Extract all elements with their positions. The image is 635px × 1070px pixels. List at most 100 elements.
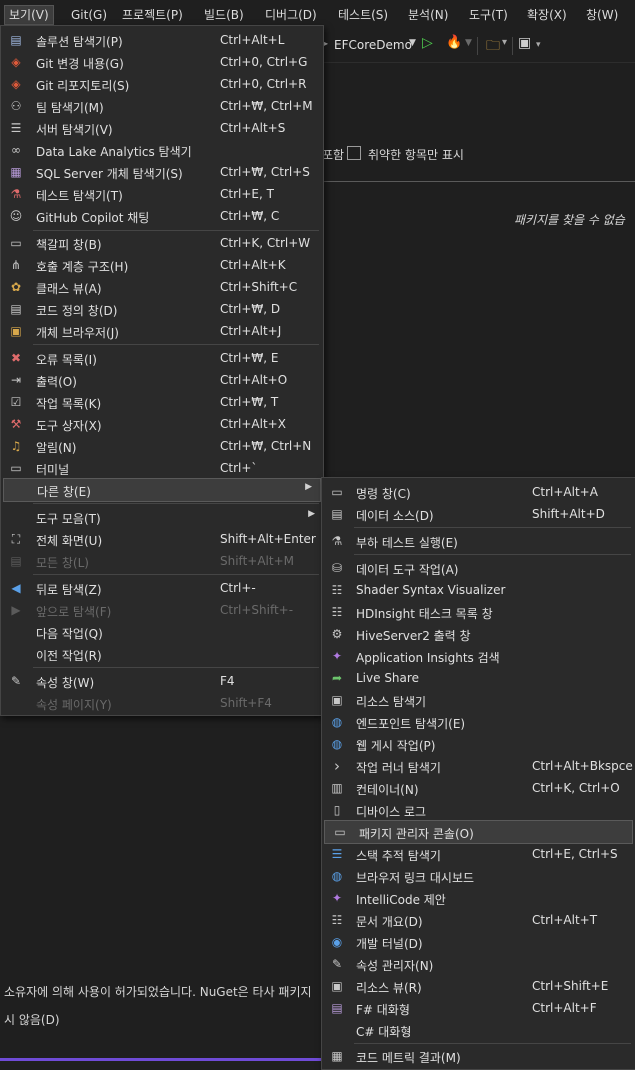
menu-item-properties-window[interactable]: ✎ 속성 창(W) F4	[1, 670, 323, 692]
git-changes-icon: ◈	[11, 55, 21, 69]
menu-item-sql-server[interactable]: ▦ SQL Server 개체 탐색기(S) Ctrl+₩, Ctrl+S	[1, 161, 323, 183]
menu-item-hdinsight[interactable]: ☷ HDInsight 태스크 목록 창	[322, 601, 635, 623]
menu-test[interactable]: 테스트(S)	[334, 6, 392, 24]
menu-item-package-manager-console[interactable]: ▭ 패키지 관리자 콘솔(O)	[324, 820, 633, 844]
fsharp-interactive-icon: ▤	[331, 1001, 343, 1015]
menu-item-notifications[interactable]: ♫ 알림(N) Ctrl+₩, Ctrl+N	[1, 435, 323, 457]
status-bar	[0, 1058, 322, 1061]
menu-item-intellicode[interactable]: ✦ IntelliCode 제안	[322, 887, 635, 909]
live-share-icon: ➦	[331, 671, 343, 685]
browser-link-icon: ◍	[331, 869, 343, 883]
navigate-forward-icon: ▶	[11, 603, 21, 617]
intellicode-icon: ✦	[331, 891, 343, 905]
chevron-down-icon[interactable]: ▼	[465, 38, 472, 48]
menu-item-task-runner[interactable]: › 작업 러너 탐색기 Ctrl+Alt+Bkspce	[322, 755, 635, 777]
chevron-down-icon[interactable]: ▾	[502, 37, 507, 48]
hot-reload-icon[interactable]: 🔥	[446, 35, 462, 50]
menu-item-output[interactable]: ⇥ 출력(O) Ctrl+Alt+O	[1, 369, 323, 391]
menu-analyze[interactable]: 분석(N)	[404, 6, 452, 24]
dont-show-again-link[interactable]: 시 않음(D)	[4, 1011, 60, 1028]
menu-item-app-insights[interactable]: ✦ Application Insights 검색	[322, 645, 635, 667]
menu-item-team-explorer[interactable]: ⚇ 팀 탐색기(M) Ctrl+₩, Ctrl+M	[1, 95, 323, 117]
menu-item-data-sources[interactable]: ▤ 데이터 소스(D) Shift+Alt+D	[322, 503, 635, 525]
menu-item-toolbars[interactable]: 도구 모음(T) ▶	[1, 506, 323, 528]
full-screen-icon: ⛶	[11, 532, 21, 546]
menu-item-hiveserver[interactable]: ⚙ HiveServer2 출력 창	[322, 623, 635, 645]
folder-icon[interactable]: 🗀	[486, 35, 500, 59]
menu-item-bookmark-window[interactable]: ▭ 책갈피 창(B) Ctrl+K, Ctrl+W	[1, 232, 323, 254]
menu-item-solution-explorer[interactable]: ▤ 솔루션 탐색기(P) Ctrl+Alt+L	[1, 29, 323, 51]
terminal-icon: ▭	[10, 461, 22, 475]
output-icon: ⇥	[10, 373, 22, 387]
menu-separator	[354, 554, 631, 555]
menu-item-navigate-back[interactable]: ◀ 뒤로 탐색(Z) Ctrl+-	[1, 577, 323, 599]
menu-separator	[33, 344, 319, 345]
menu-window[interactable]: 창(W)	[582, 6, 622, 24]
menu-item-class-view[interactable]: ✿ 클래스 뷰(A) Ctrl+Shift+C	[1, 276, 323, 298]
menu-build[interactable]: 빌드(B)	[200, 6, 248, 24]
menu-item-terminal[interactable]: ▭ 터미널 Ctrl+`	[1, 457, 323, 479]
menu-item-next-task[interactable]: 다음 작업(Q)	[1, 621, 323, 643]
menu-item-data-lake[interactable]: ∞ Data Lake Analytics 탐색기	[1, 139, 323, 161]
menu-item-data-tools[interactable]: ⛁ 데이터 도구 작업(A)	[322, 557, 635, 579]
chevron-down-icon[interactable]: ▾	[536, 40, 541, 50]
chevron-down-icon[interactable]: ▼	[409, 38, 416, 48]
menu-item-resource-explorer[interactable]: ▣ 리소스 탐색기	[322, 689, 635, 711]
menu-item-git-repository[interactable]: ◈ Git 리포지토리(S) Ctrl+0, Ctrl+R	[1, 73, 323, 95]
shader-icon: ☷	[331, 583, 343, 597]
menu-item-dev-tunnels[interactable]: ◉ 개발 터널(D)	[322, 931, 635, 953]
code-metrics-icon: ▦	[331, 1049, 343, 1063]
menu-item-previous-task[interactable]: 이전 작업(R)	[1, 643, 323, 665]
git-repository-icon: ◈	[11, 77, 21, 91]
menu-item-load-test[interactable]: ⚗ 부하 테스트 실행(E)	[322, 530, 635, 552]
menu-project[interactable]: 프로젝트(P)	[118, 6, 187, 24]
menu-item-device-log[interactable]: ▯ 디바이스 로그	[322, 799, 635, 821]
vulnerable-only-label: 취약한 항목만 표시	[368, 148, 464, 162]
menu-item-command-window[interactable]: ▭ 명령 창(C) Ctrl+Alt+A	[322, 481, 635, 503]
document-outline-icon: ☷	[331, 913, 343, 927]
menu-item-copilot-chat[interactable]: ☺ GitHub Copilot 채팅 Ctrl+₩, C	[1, 205, 323, 227]
menu-item-object-browser[interactable]: ▣ 개체 브라우저(J) Ctrl+Alt+J	[1, 320, 323, 342]
menu-item-code-definition[interactable]: ▤ 코드 정의 창(D) Ctrl+₩, D	[1, 298, 323, 320]
menu-item-test-explorer[interactable]: ⚗ 테스트 탐색기(T) Ctrl+E, T	[1, 183, 323, 205]
start-icon[interactable]: ▷	[422, 35, 433, 51]
menu-item-other-windows[interactable]: 다른 창(E) ▶	[3, 478, 321, 502]
menu-item-git-changes[interactable]: ◈ Git 변경 내용(G) Ctrl+0, Ctrl+G	[1, 51, 323, 73]
menu-debug[interactable]: 디버그(D)	[261, 6, 321, 24]
menu-item-stack-trace[interactable]: ☰ 스택 추적 탐색기 Ctrl+E, Ctrl+S	[322, 843, 635, 865]
menu-extensions[interactable]: 확장(X)	[523, 6, 571, 24]
menu-item-call-hierarchy[interactable]: ⋔ 호출 계층 구조(H) Ctrl+Alt+K	[1, 254, 323, 276]
menu-separator	[33, 503, 319, 504]
menu-item-shader-visualizer[interactable]: ☷ Shader Syntax Visualizer	[322, 579, 635, 601]
menu-item-code-metrics[interactable]: ▦ 코드 메트릭 결과(M)	[322, 1045, 635, 1067]
menu-item-live-share[interactable]: ➦ Live Share	[322, 667, 635, 689]
menu-item-task-list[interactable]: ☑ 작업 목록(K) Ctrl+₩, T	[1, 391, 323, 413]
menu-item-document-outline[interactable]: ☷ 문서 개요(D) Ctrl+Alt+T	[322, 909, 635, 931]
menu-tools[interactable]: 도구(T)	[465, 6, 512, 24]
vulnerable-only-checkbox[interactable]	[347, 146, 361, 160]
test-explorer-icon: ⚗	[10, 187, 22, 201]
menu-item-web-publish[interactable]: ◍ 웹 게시 작업(P)	[322, 733, 635, 755]
layout-icon[interactable]: ▣	[518, 35, 531, 51]
menu-item-browser-link[interactable]: ◍ 브라우저 링크 대시보드	[322, 865, 635, 887]
menu-item-csharp-interactive[interactable]: C# 대화형	[322, 1019, 635, 1041]
hiveserver-icon: ⚙	[331, 627, 343, 641]
menu-item-toolbox[interactable]: ⚒ 도구 상자(X) Ctrl+Alt+X	[1, 413, 323, 435]
menu-item-fsharp-interactive[interactable]: ▤ F# 대화형 Ctrl+Alt+F	[322, 997, 635, 1019]
menu-item-property-manager[interactable]: ✎ 속성 관리자(N)	[322, 953, 635, 975]
startup-project[interactable]: EFCoreDemo	[334, 38, 412, 52]
menu-item-resource-view[interactable]: ▣ 리소스 뷰(R) Ctrl+Shift+E	[322, 975, 635, 997]
menu-item-server-explorer[interactable]: ☰ 서버 탐색기(V) Ctrl+Alt+S	[1, 117, 323, 139]
menu-item-error-list[interactable]: ✖ 오류 목록(I) Ctrl+₩, E	[1, 347, 323, 369]
object-browser-icon: ▣	[10, 324, 22, 338]
hdinsight-icon: ☷	[331, 605, 343, 619]
menu-item-full-screen[interactable]: ⛶ 전체 화면(U) Shift+Alt+Enter	[1, 528, 323, 550]
other-windows-submenu: ▭ 명령 창(C) Ctrl+Alt+A ▤ 데이터 소스(D) Shift+Alt+D…	[321, 477, 635, 1070]
menu-item-endpoint-explorer[interactable]: ◍ 엔드포인트 탐색기(E)	[322, 711, 635, 733]
team-explorer-icon: ⚇	[10, 99, 22, 113]
menu-separator	[33, 230, 319, 231]
menu-view[interactable]: 보기(V)	[4, 5, 54, 25]
menu-item-containers[interactable]: ▥ 컨테이너(N) Ctrl+K, Ctrl+O	[322, 777, 635, 799]
menu-git[interactable]: Git(G)	[67, 6, 111, 24]
task-runner-icon: ›	[334, 757, 340, 775]
